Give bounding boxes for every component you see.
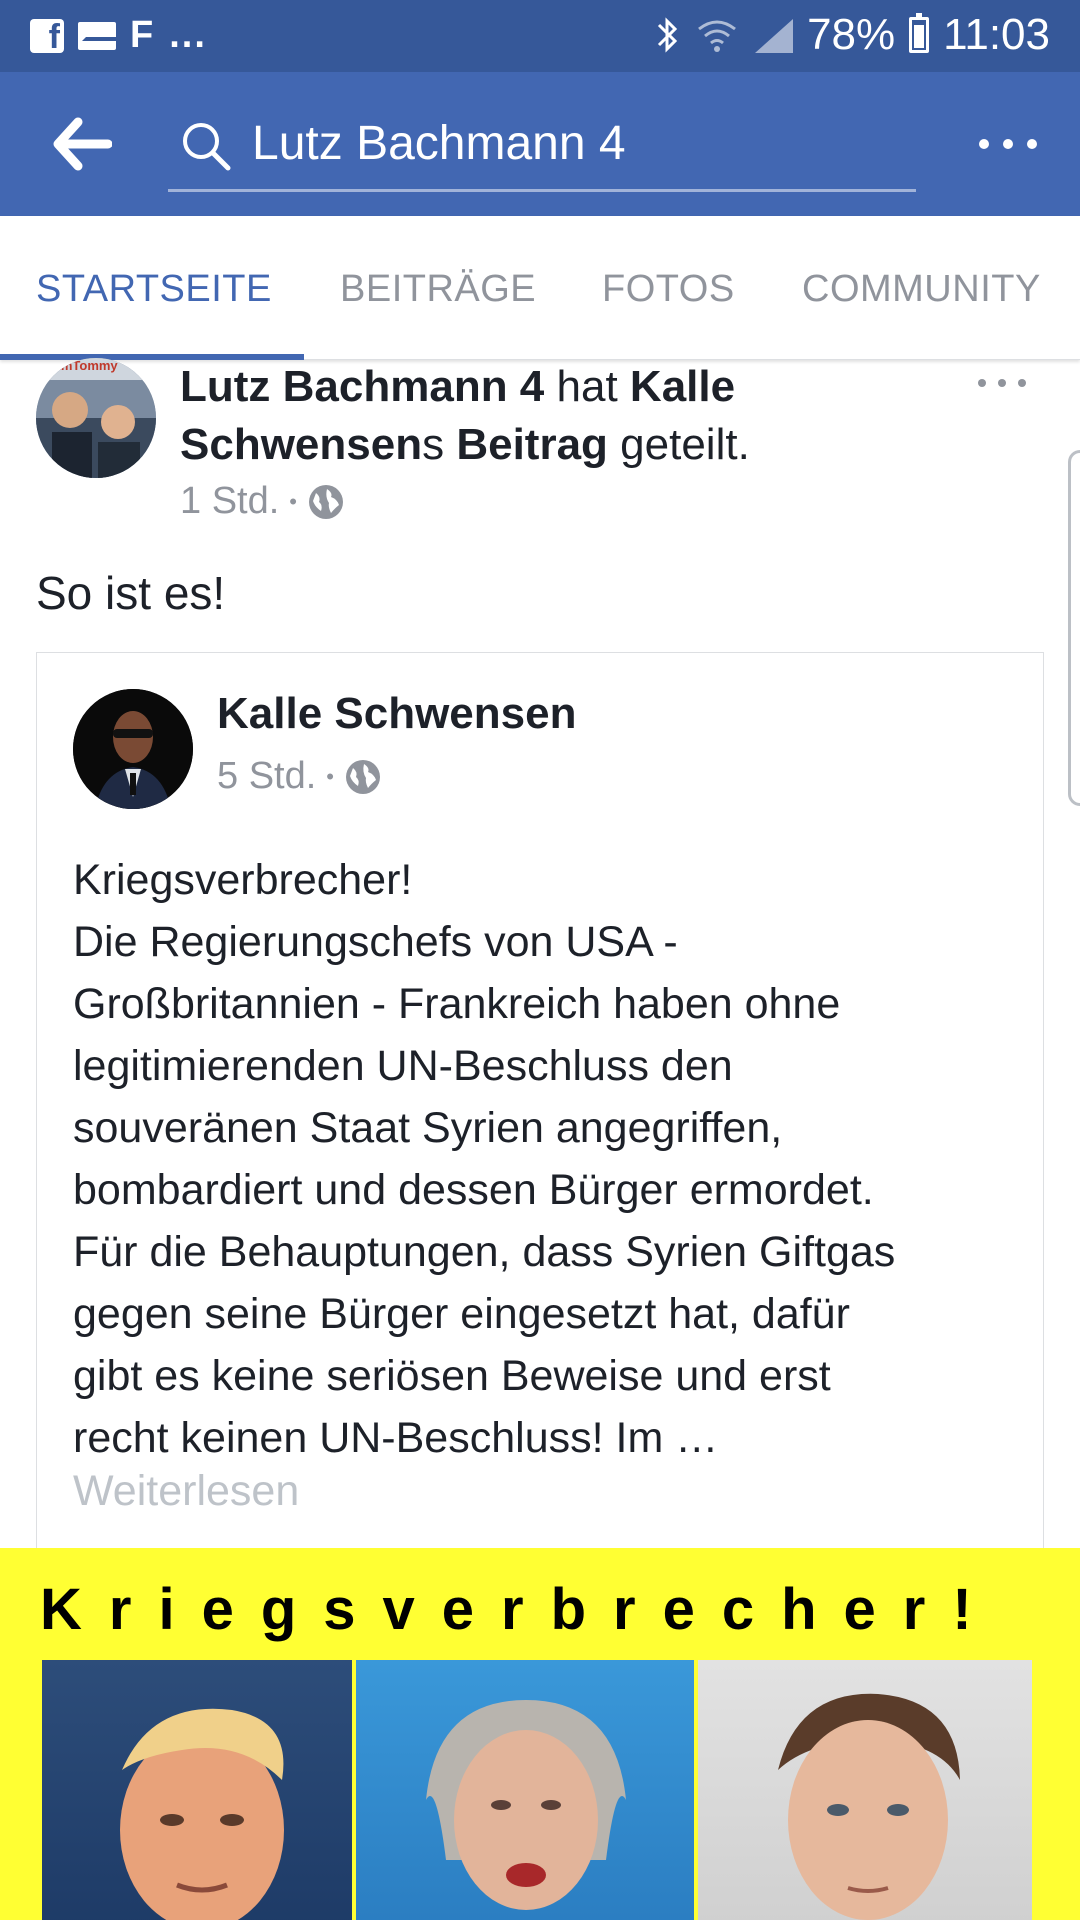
status-bar-system: 78% 11:03 (653, 10, 1050, 60)
tab-community[interactable]: COMMUNITY (802, 268, 1041, 311)
image-photo-left (42, 1660, 352, 1920)
avatar-text: iamTommy (50, 358, 118, 373)
post-author-avatar[interactable]: iamTommy (36, 358, 156, 478)
post-message: So ist es! (36, 567, 226, 619)
post-image[interactable]: Kriegsverbrecher! (0, 1548, 1080, 1920)
shared-suffix: s (422, 420, 445, 469)
search-query: Lutz Bachmann 4 (252, 117, 626, 170)
status-bar: f F ... 78% 11:03 (0, 0, 1080, 72)
battery-icon (909, 13, 930, 53)
globe-icon (346, 759, 380, 794)
battery-percent: 78% (807, 10, 896, 59)
scroll-edge (1068, 450, 1080, 806)
bluetooth-icon (658, 17, 678, 53)
search-input[interactable]: Lutz Bachmann 4 (168, 100, 916, 192)
post-options-icon[interactable] (972, 368, 1032, 398)
post-verb: hat (556, 362, 618, 411)
tab-fotos[interactable]: FOTOS (602, 268, 735, 311)
status-bar-notifications: f F ... (30, 14, 207, 57)
search-header: Lutz Bachmann 4 (0, 72, 1080, 216)
notification-label: F (130, 14, 156, 56)
image-photo-right (698, 1660, 1032, 1920)
shared-author-name[interactable]: Kalle Schwensen (217, 689, 576, 739)
image-photo-center (356, 1660, 694, 1920)
meta-separator: • (289, 488, 297, 514)
facebook-icon: f (30, 18, 64, 56)
post-action: geteilt. (620, 420, 750, 469)
tab-beitraege[interactable]: BEITRÄGE (340, 268, 536, 311)
back-arrow-icon[interactable] (52, 116, 112, 172)
shared-post-meta: 5 Std. • (217, 755, 382, 798)
shared-author-avatar[interactable] (73, 689, 193, 809)
post-author-name[interactable]: Lutz Bachmann 4 (180, 362, 544, 411)
wifi-icon (698, 20, 736, 52)
clock: 11:03 (943, 10, 1050, 59)
globe-icon (309, 484, 343, 519)
shared-post-time[interactable]: 5 Std. (217, 755, 316, 798)
shared-meta-separator: • (326, 763, 334, 789)
read-more-link[interactable]: Weiterlesen (73, 1467, 299, 1516)
shared-avatar-photo (73, 689, 193, 809)
avatar-photo (36, 358, 156, 478)
shared-object[interactable]: Beitrag (456, 420, 608, 469)
signal-icon (753, 17, 794, 53)
post-time[interactable]: 1 Std. (180, 480, 279, 523)
page-tabs: STARTSEITE BEITRÄGE FOTOS COMMUNITY (0, 216, 1080, 360)
image-headline: Kriegsverbrecher! (40, 1577, 999, 1642)
post-header: Lutz Bachmann 4 hat Kalle Schwensens Bei… (180, 358, 970, 474)
tab-startseite[interactable]: STARTSEITE (36, 268, 272, 311)
shared-post-body: Kriegsverbrecher! Die Regierungschefs vo… (73, 856, 896, 1462)
post-meta: 1 Std. • (180, 480, 345, 523)
notification-ellipsis: ... (169, 14, 207, 56)
more-options-icon[interactable] (972, 116, 1044, 172)
mail-icon (78, 21, 120, 50)
search-icon (183, 123, 231, 171)
